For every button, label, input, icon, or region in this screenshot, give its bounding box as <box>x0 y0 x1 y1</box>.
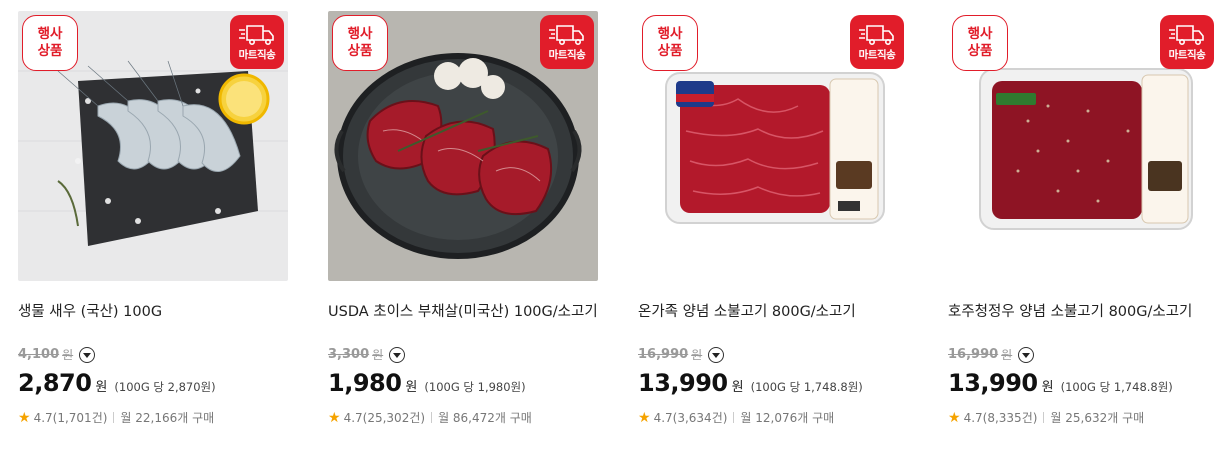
mart-delivery-label: 마트직송 <box>858 49 896 61</box>
sale-price: 13,990 <box>638 369 728 397</box>
unit-price: (100G 당 1,748.8원) <box>1060 380 1173 394</box>
original-price-row: 16,990 원 <box>638 346 725 363</box>
product-name[interactable]: USDA 초이스 부채살(미국산) 100G/소고기 <box>328 300 608 321</box>
product-card[interactable]: 행사 상품 마트직송 USDA 초이스 부채살(미국산) 100G/소고기 3,… <box>328 11 598 451</box>
monthly-purchases: 월 22,166개 구매 <box>120 411 215 425</box>
price-info-toggle-icon[interactable] <box>1018 346 1035 363</box>
truck-icon <box>1169 25 1204 45</box>
mart-delivery-badge: 마트직송 <box>540 15 594 69</box>
mart-delivery-badge: 마트직송 <box>850 15 904 69</box>
truck-icon <box>859 25 894 45</box>
product-image-bulgogi-pack-au[interactable]: 행사 상품 마트직송 <box>948 11 1218 281</box>
event-badge: 행사 상품 <box>332 15 388 71</box>
star-icon: ★ <box>328 409 341 426</box>
product-name[interactable]: 호주청정우 양념 소불고기 800G/소고기 <box>948 300 1228 321</box>
event-badge: 행사 상품 <box>642 15 698 71</box>
price-info-toggle-icon[interactable] <box>708 346 725 363</box>
rating-row: ★ 4.7 (1,701건) 월 22,166개 구매 <box>18 409 214 426</box>
price-unit: 원 <box>95 380 108 395</box>
rating-row: ★ 4.7 (3,634건) 월 12,076개 구매 <box>638 409 834 426</box>
review-count: (8,335건) <box>982 411 1038 425</box>
product-image-bulgogi-pack[interactable]: 행사 상품 마트직송 <box>638 11 908 281</box>
rating-row: ★ 4.7 (8,335건) 월 25,632개 구매 <box>948 409 1144 426</box>
product-name[interactable]: 온가족 양념 소불고기 800G/소고기 <box>638 300 918 321</box>
mart-delivery-label: 마트직송 <box>1168 49 1206 61</box>
price-info-toggle-icon[interactable] <box>389 346 406 363</box>
original-price: 16,990 <box>948 347 999 362</box>
divider <box>431 412 433 423</box>
price-info-toggle-icon[interactable] <box>79 346 96 363</box>
original-price-unit: 원 <box>1001 348 1013 362</box>
rating-value: 4.7 <box>343 410 363 425</box>
sale-price: 13,990 <box>948 369 1038 397</box>
price-unit: 원 <box>1041 380 1054 395</box>
product-name[interactable]: 생물 새우 (국산) 100G <box>18 300 298 321</box>
original-price-row: 16,990 원 <box>948 346 1035 363</box>
product-image-shrimp[interactable]: 행사 상품 마트직송 <box>18 11 288 281</box>
original-price: 16,990 <box>638 347 689 362</box>
review-count: (3,634건) <box>672 411 728 425</box>
price-row: 1,980 원 (100G 당 1,980원) <box>328 369 526 397</box>
product-card[interactable]: 행사 상품 마트직송 온가족 양념 소불고기 800G/소고기 16,990 원… <box>638 11 908 451</box>
event-badge: 행사 상품 <box>952 15 1008 71</box>
star-icon: ★ <box>638 409 651 426</box>
rating-value: 4.7 <box>963 410 983 425</box>
mart-delivery-label: 마트직송 <box>238 49 276 61</box>
rating-value: 4.7 <box>33 410 53 425</box>
price-row: 13,990 원 (100G 당 1,748.8원) <box>638 369 863 397</box>
divider <box>733 412 735 423</box>
original-price-unit: 원 <box>372 348 384 362</box>
truck-icon <box>239 25 274 45</box>
review-count: (1,701건) <box>52 411 108 425</box>
product-card[interactable]: 행사 상품 마트직송 호주청정우 양념 소불고기 800G/소고기 16,990… <box>948 11 1218 451</box>
mart-delivery-badge: 마트직송 <box>1160 15 1214 69</box>
sale-price: 1,980 <box>328 369 402 397</box>
mart-delivery-label: 마트직송 <box>548 49 586 61</box>
star-icon: ★ <box>18 409 31 426</box>
price-row: 2,870 원 (100G 당 2,870원) <box>18 369 216 397</box>
monthly-purchases: 월 86,472개 구매 <box>438 411 532 425</box>
unit-price: (100G 당 1,980원) <box>424 380 526 394</box>
review-count: (25,302건) <box>362 411 426 425</box>
mart-delivery-badge: 마트직송 <box>230 15 284 69</box>
divider <box>113 412 115 423</box>
price-unit: 원 <box>731 380 744 395</box>
monthly-purchases: 월 12,076개 구매 <box>740 411 835 425</box>
truck-icon <box>549 25 584 45</box>
original-price-row: 3,300 원 <box>328 346 406 363</box>
rating-row: ★ 4.7 (25,302건) 월 86,472개 구매 <box>328 409 532 426</box>
original-price-row: 4,100 원 <box>18 346 96 363</box>
unit-price: (100G 당 1,748.8원) <box>750 380 863 394</box>
star-icon: ★ <box>948 409 961 426</box>
original-price-unit: 원 <box>62 348 74 362</box>
original-price: 3,300 <box>328 347 370 362</box>
price-row: 13,990 원 (100G 당 1,748.8원) <box>948 369 1173 397</box>
product-grid: 행사 상품 마트직송 생물 새우 (국산) 100G 4,100 원 2,870… <box>18 11 1218 451</box>
original-price: 4,100 <box>18 347 60 362</box>
event-badge: 행사 상품 <box>22 15 78 71</box>
original-price-unit: 원 <box>691 348 703 362</box>
rating-value: 4.7 <box>653 410 673 425</box>
monthly-purchases: 월 25,632개 구매 <box>1050 411 1145 425</box>
price-unit: 원 <box>405 380 418 395</box>
divider <box>1043 412 1045 423</box>
product-image-steak[interactable]: 행사 상품 마트직송 <box>328 11 598 281</box>
sale-price: 2,870 <box>18 369 92 397</box>
product-card[interactable]: 행사 상품 마트직송 생물 새우 (국산) 100G 4,100 원 2,870… <box>18 11 288 451</box>
unit-price: (100G 당 2,870원) <box>114 380 216 394</box>
